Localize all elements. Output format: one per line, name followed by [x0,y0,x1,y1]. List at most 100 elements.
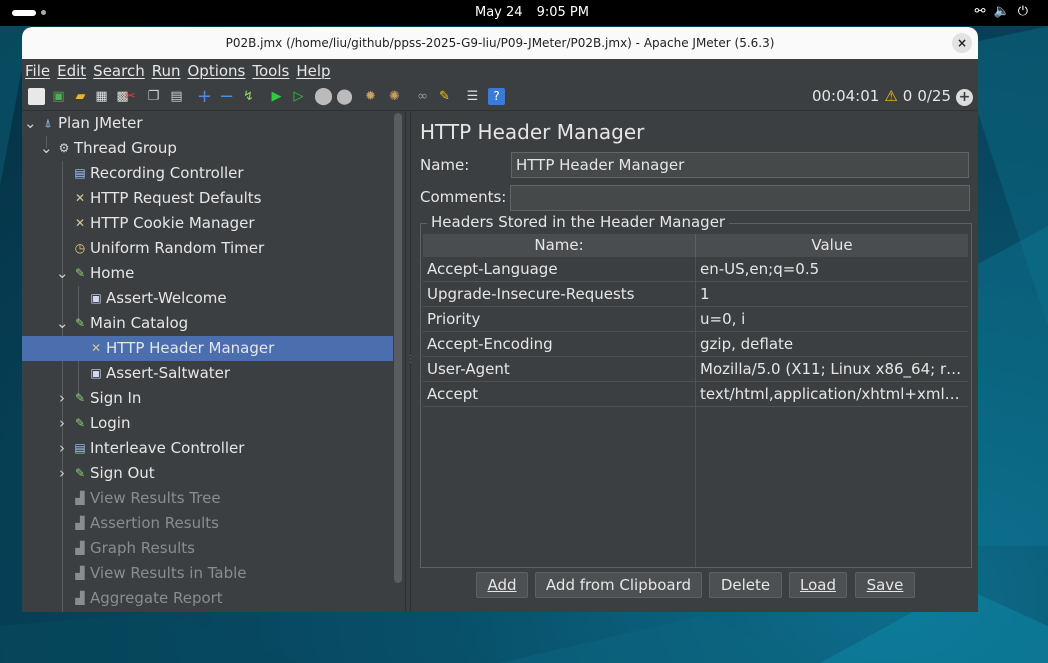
add-button[interactable]: Add [476,572,528,598]
toggle-icon[interactable]: ↯ [240,88,257,105]
chevron-right-icon[interactable]: › [56,461,68,486]
header-name-cell[interactable]: Accept [423,382,695,407]
controller-icon: ▤ [74,441,86,455]
tree-node[interactable]: ▟ Graph Results [22,536,393,561]
table-row[interactable]: Priority u=0, i [423,307,968,332]
tree-node[interactable]: › ✎ Sign Out [22,461,393,486]
warning-icon[interactable]: ⚠ [884,87,897,105]
comments-field[interactable] [510,185,970,211]
tree-node[interactable]: › ✎ Login [22,411,393,436]
menu-tools[interactable]: Tools [252,62,289,80]
shutdown-icon[interactable]: ⬤ [336,88,353,105]
listener-icon: ▟ [75,491,85,505]
start-icon[interactable]: ▶ [268,88,285,105]
expand-icon[interactable]: + [196,88,213,106]
run-status: 00:04:01 ⚠ 0 0/25 + [812,87,978,106]
header-name-cell[interactable]: Upgrade-Insecure-Requests [423,282,695,307]
headers-table[interactable]: Name: Value Accept-Language en-US,en;q=0.… [423,234,968,567]
chevron-down-icon[interactable]: ⌄ [56,311,69,336]
clear-icon[interactable]: ✹ [362,88,379,105]
tree-node[interactable]: ◷ Uniform Random Timer [22,236,393,261]
chevron-down-icon[interactable]: ⌄ [56,261,69,286]
header-name-cell[interactable]: Accept-Language [423,257,695,282]
menu-edit[interactable]: Edit [57,62,86,80]
paste-icon[interactable]: ▤ [168,88,185,105]
collapse-icon[interactable]: − [218,88,235,106]
toolbar: ▣ ▰ ▦ ▩ ✂ ❐ ▤ + − ↯ ▶ ▷ ⬤ ⬤ ✹ ✺ ∞ ✎ ☰ ? … [22,84,978,111]
chevron-down-icon[interactable]: ⌄ [40,136,53,161]
listener-icon: ▟ [75,566,85,580]
menu-file[interactable]: File [25,62,50,80]
tree-node[interactable]: ▟ Assertion Results [22,511,393,536]
table-row[interactable]: Accept-Language en-US,en;q=0.5 [423,257,968,282]
tree-node[interactable]: › ✎ Sign In [22,386,393,411]
header-name-cell[interactable]: Accept-Encoding [423,332,695,357]
tree-scrollbar[interactable] [393,111,403,583]
name-label: Name: [420,156,470,174]
tree-node[interactable]: ⌄ ⍋ Plan JMeter [22,111,393,136]
tree-node[interactable]: ⌄ ✎ Home [22,261,393,286]
tree-node[interactable]: ✕ HTTP Cookie Manager [22,211,393,236]
clock[interactable]: May 24 9:05 PM [475,5,603,20]
table-row[interactable]: Accept-Encoding gzip, deflate [423,332,968,357]
tree-node[interactable]: ⌄ ✎ Main Catalog [22,311,393,336]
close-window-button[interactable]: × [952,33,972,53]
remote-globe-icon[interactable]: + [956,89,973,106]
tree-node[interactable]: ▟ View Results in Table [22,561,393,586]
tree-node[interactable]: ▣ Assert-Welcome [22,286,393,311]
column-header-value[interactable]: Value [696,234,968,257]
search-icon[interactable]: ∞ [414,88,431,105]
system-tray[interactable]: ⚯🔈⏻ [975,4,1036,19]
activities-button[interactable] [12,10,46,25]
copy-icon[interactable]: ❐ [145,88,162,105]
menu-run[interactable]: Run [152,62,181,80]
tree-node[interactable]: › ▤ Interleave Controller [22,436,393,461]
tree-node[interactable]: ▟ Aggregate Report [22,586,393,611]
tree-node[interactable]: ▣ Assert-Saltwater [22,361,393,386]
header-name-cell[interactable]: Priority [423,307,695,332]
table-row[interactable]: Accepttext/html,application/xhtml+xml,ap… [423,382,968,407]
stop-icon[interactable]: ⬤ [314,88,333,105]
window-titlebar[interactable]: P02B.jmx (/home/liu/github/ppss-2025-G9-… [22,27,978,59]
clear-all-icon[interactable]: ✺ [386,88,403,105]
add-from-clipboard-button[interactable]: Add from Clipboard [535,572,702,598]
chevron-right-icon[interactable]: › [56,411,68,436]
column-header-name[interactable]: Name: [423,234,696,257]
tree-node[interactable]: ▟ View Results Tree [22,486,393,511]
menu-search[interactable]: Search [93,62,145,80]
header-value-cell[interactable]: Mozilla/5.0 (X11; Linux x86_64; rv:126.0… [696,357,964,382]
header-value-cell[interactable]: u=0, i [696,307,964,332]
new-icon[interactable] [28,88,45,105]
table-row[interactable]: Upgrade-Insecure-Requests 1 [423,282,968,307]
reset-search-icon[interactable]: ✎ [436,88,453,105]
menu-options[interactable]: Options [187,62,245,80]
chevron-right-icon[interactable]: › [56,436,68,461]
tree-node[interactable]: ⌄ ⚙ Thread Group [22,136,393,161]
menu-help[interactable]: Help [296,62,330,80]
tree-node[interactable]: ✕ HTTP Request Defaults [22,186,393,211]
tree-node[interactable]: ▤ Recording Controller [22,161,393,186]
delete-button[interactable]: Delete [709,572,782,598]
open-icon[interactable]: ▰ [72,88,89,105]
save-button[interactable]: Save [855,572,915,598]
header-value-cell[interactable]: en-US,en;q=0.5 [696,257,964,282]
save-icon[interactable]: ▦ [93,88,110,105]
header-value-cell[interactable]: 1 [696,282,964,307]
header-value-cell[interactable]: gzip, deflate [696,332,964,357]
function-helper-icon[interactable]: ☰ [464,88,481,105]
templates-icon[interactable]: ▣ [50,88,67,105]
table-row[interactable]: User-Agent Mozilla/5.0 (X11; Linux x86_64… [423,357,968,382]
tree-node[interactable]: ✕ HTTP Header Manager [22,336,393,361]
start-no-pauses-icon[interactable]: ▷ [290,88,307,105]
load-button[interactable]: Load [789,572,847,598]
chevron-down-icon[interactable]: ⌄ [24,111,37,136]
chevron-right-icon[interactable]: › [56,386,68,411]
cut-icon[interactable]: ✂ [122,88,139,105]
header-name-cell[interactable]: User-Agent [423,357,695,382]
name-field[interactable] [511,152,969,178]
tree-scrollbar-thumb[interactable] [394,113,402,583]
tree-node-label: Interleave Controller [90,439,245,457]
help-icon[interactable]: ? [488,88,505,105]
header-value-cell[interactable]: text/html,application/xhtml+xml,applicat… [696,382,964,407]
warning-count[interactable]: 0 [903,87,913,105]
